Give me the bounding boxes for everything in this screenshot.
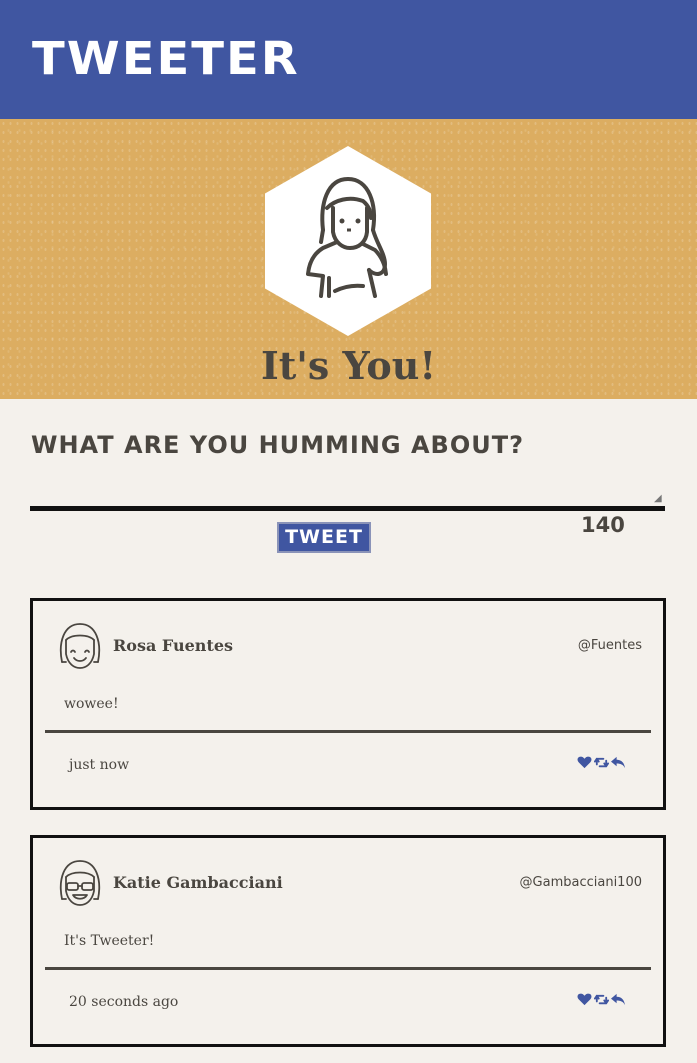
retweet-icon[interactable] [594, 755, 610, 771]
woman-avatar-icon [306, 177, 388, 298]
tweet-divider [45, 967, 651, 970]
tweet-divider [45, 730, 651, 733]
compose-title: What are you humming about? [31, 431, 525, 459]
brand-logo-text[interactable]: Tweeter [32, 31, 300, 86]
tweet-content: It's Tweeter! [64, 933, 155, 949]
tweet-card: Rosa Fuentes @Fuentes wowee! just now [30, 598, 666, 810]
tweet-author-handle[interactable]: @Gambacciani100 [520, 875, 642, 891]
tweet-author-name: Rosa Fuentes [113, 636, 234, 655]
profile-name: It's You! [260, 343, 437, 388]
tweet-author-name: Katie Gambacciani [113, 873, 283, 892]
profile-avatar-hexagon [265, 146, 431, 336]
reply-icon[interactable] [611, 755, 627, 771]
tweet-timestamp: just now [69, 757, 130, 773]
girl-with-glasses-avatar-icon [59, 860, 101, 906]
top-navigation-bar: Tweeter [0, 0, 697, 119]
tweet-submit-button[interactable]: Tweet [277, 522, 371, 553]
tweet-author-handle[interactable]: @Fuentes [578, 638, 642, 654]
resize-handle-icon[interactable]: ◢ [654, 494, 664, 504]
profile-header: It's You! [0, 119, 697, 399]
reply-icon[interactable] [611, 992, 627, 1008]
tweet-content: wowee! [64, 696, 119, 712]
tweet-timestamp: 20 seconds ago [69, 994, 179, 1010]
smiling-girl-avatar-icon [59, 623, 101, 669]
retweet-icon[interactable] [594, 992, 610, 1008]
character-counter: 140 [581, 513, 625, 537]
heart-icon[interactable] [577, 755, 593, 771]
tweet-card: Katie Gambacciani @Gambacciani100 It's T… [30, 835, 666, 1047]
heart-icon[interactable] [577, 992, 593, 1008]
tweet-text-input[interactable] [30, 470, 665, 511]
